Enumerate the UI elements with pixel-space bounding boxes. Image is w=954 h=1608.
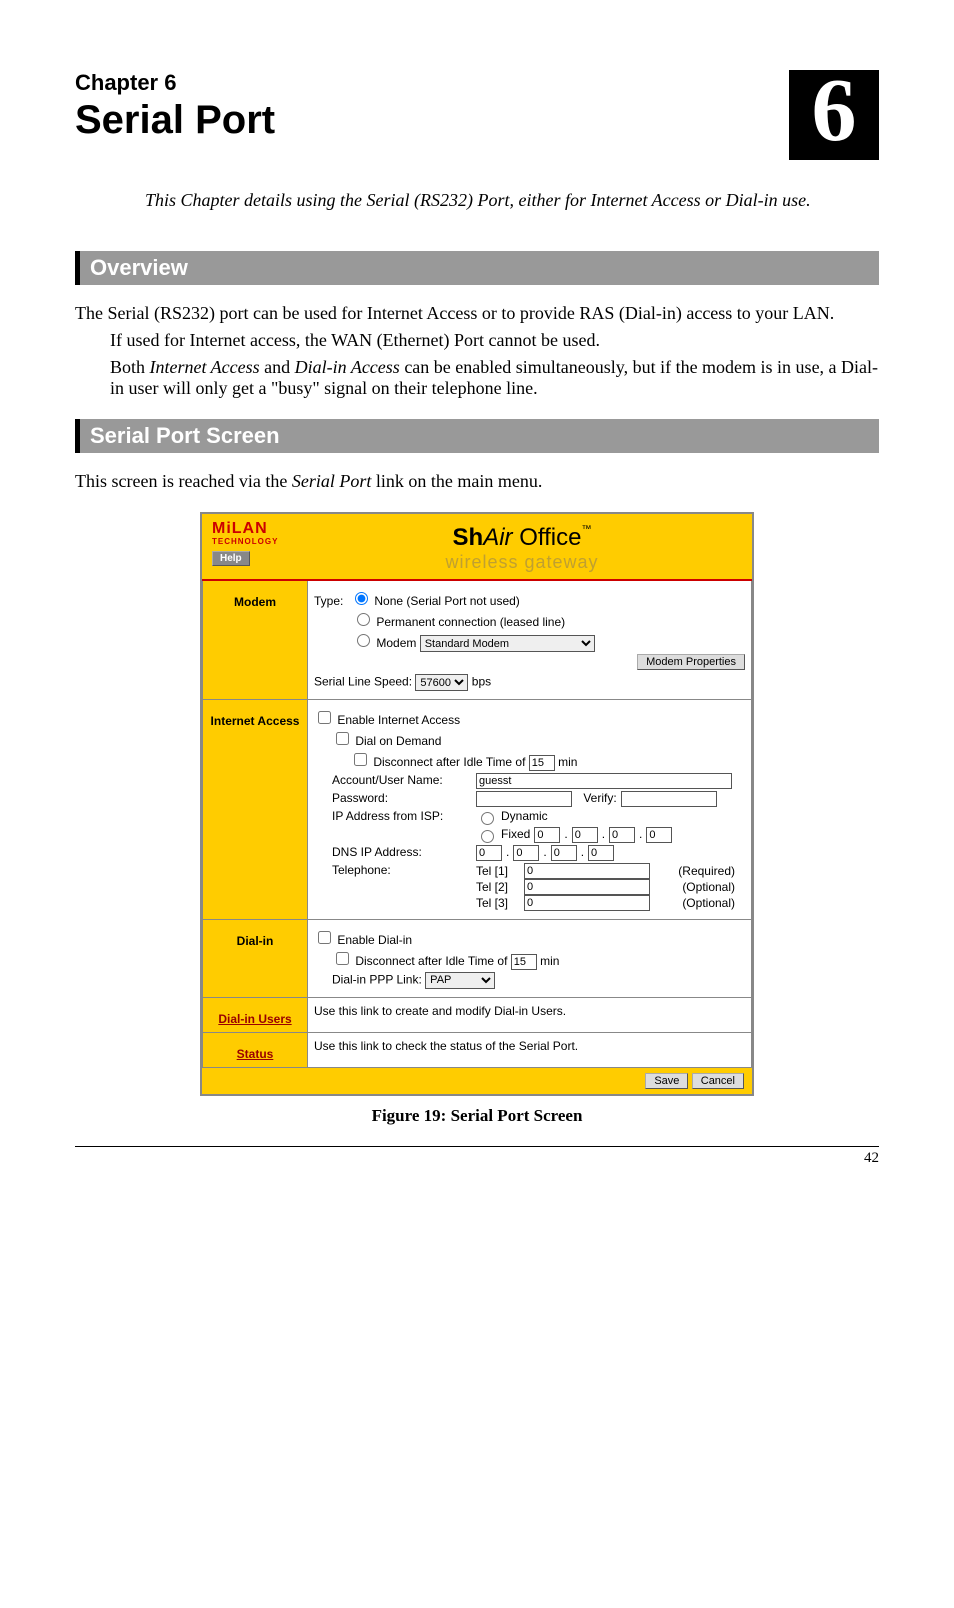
dial-on-demand-checkbox[interactable]: [336, 732, 349, 745]
ppp-select[interactable]: PAP: [425, 972, 495, 989]
dns-ip-1[interactable]: [476, 845, 502, 861]
dialin-users-link[interactable]: Dial-in Users: [218, 1012, 291, 1026]
brand-block: MiLAN TECHNOLOGY Help: [212, 520, 302, 566]
brand-sub: TECHNOLOGY: [212, 538, 302, 547]
internet-idle-input[interactable]: [529, 755, 555, 771]
type-none-label: None (Serial Port not used): [374, 594, 519, 608]
status-row-label: Status: [203, 1032, 308, 1067]
dns-ip-2[interactable]: [513, 845, 539, 861]
modem-row-label: Modem: [203, 580, 308, 700]
serial-speed-select[interactable]: 57600: [415, 674, 468, 691]
tel1-input[interactable]: [524, 863, 650, 879]
type-modem-radio[interactable]: [357, 634, 370, 647]
modem-cell: Type: None (Serial Port not used) Perman…: [308, 580, 752, 700]
page-footer: 42: [75, 1146, 879, 1167]
chapter-label: Chapter 6: [75, 70, 275, 96]
serial-port-screenshot: MiLAN TECHNOLOGY Help ShAir Office™ wire…: [200, 512, 754, 1096]
overview-p1: The Serial (RS232) port can be used for …: [75, 303, 879, 324]
internet-row-label: Internet Access: [203, 700, 308, 920]
bps-label: bps: [472, 675, 491, 689]
account-label: Account/User Name:: [332, 773, 472, 789]
telephone-label: Telephone:: [332, 863, 472, 911]
verify-input[interactable]: [621, 791, 717, 807]
settings-table: Modem Type: None (Serial Port not used) …: [202, 579, 752, 1068]
status-link[interactable]: Status: [237, 1047, 274, 1061]
chapter-title: Serial Port: [75, 98, 275, 143]
password-label: Password:: [332, 791, 472, 807]
type-perm-label: Permanent connection (leased line): [376, 615, 565, 629]
ip-dynamic-radio[interactable]: [481, 812, 494, 825]
fixed-ip-4[interactable]: [646, 827, 672, 843]
dialin-users-text: Use this link to create and modify Dial-…: [308, 997, 752, 1032]
enable-dialin-checkbox[interactable]: [318, 931, 331, 944]
modem-properties-button[interactable]: Modem Properties: [637, 654, 745, 670]
verify-label: Verify:: [583, 791, 616, 807]
ppp-label: Dial-in PPP Link:: [332, 973, 422, 987]
tel2-input[interactable]: [524, 879, 650, 895]
chapter-number-badge: 6: [789, 70, 879, 160]
serial-speed-label: Serial Line Speed:: [314, 675, 412, 689]
brand-name: MiLAN: [212, 520, 302, 538]
ip-fixed-radio[interactable]: [481, 830, 494, 843]
type-none-radio[interactable]: [355, 592, 368, 605]
chapter-header: Chapter 6 Serial Port 6: [75, 70, 879, 160]
screenshot-title-block: ShAir Office™ wireless gateway: [302, 520, 742, 573]
dns-ip-3[interactable]: [551, 845, 577, 861]
save-button[interactable]: Save: [645, 1073, 688, 1089]
figure-caption: Figure 19: Serial Port Screen: [75, 1106, 879, 1126]
help-button[interactable]: Help: [212, 551, 250, 566]
account-input[interactable]: [476, 773, 732, 789]
tel3-input[interactable]: [524, 895, 650, 911]
dns-ip-4[interactable]: [588, 845, 614, 861]
type-label: Type:: [314, 594, 343, 608]
enable-internet-checkbox[interactable]: [318, 711, 331, 724]
serial-screen-heading: Serial Port Screen: [75, 419, 879, 453]
dialin-idle-checkbox[interactable]: [336, 952, 349, 965]
dialin-idle-input[interactable]: [511, 954, 537, 970]
ip-from-isp-label: IP Address from ISP:: [332, 809, 472, 825]
internet-idle-checkbox[interactable]: [354, 753, 367, 766]
dialin-row-label: Dial-in: [203, 920, 308, 998]
serial-screen-lead: This screen is reached via the Serial Po…: [75, 471, 879, 492]
screenshot-header: MiLAN TECHNOLOGY Help ShAir Office™ wire…: [202, 514, 752, 579]
overview-p3: Both Internet Access and Dial-in Access …: [110, 357, 879, 399]
app-title: ShAir Office™: [302, 524, 742, 552]
app-subtitle: wireless gateway: [302, 552, 742, 573]
overview-p2: If used for Internet access, the WAN (Et…: [110, 330, 879, 351]
dialin-cell: Enable Dial-in Disconnect after Idle Tim…: [308, 920, 752, 998]
fixed-ip-1[interactable]: [534, 827, 560, 843]
type-modem-label: Modem: [376, 636, 416, 650]
fixed-ip-2[interactable]: [572, 827, 598, 843]
dialin-users-row-label: Dial-in Users: [203, 997, 308, 1032]
password-input[interactable]: [476, 791, 572, 807]
chapter-intro: This Chapter details using the Serial (R…: [145, 190, 859, 211]
fixed-ip-3[interactable]: [609, 827, 635, 843]
status-text: Use this link to check the status of the…: [308, 1032, 752, 1067]
overview-heading: Overview: [75, 251, 879, 285]
type-perm-radio[interactable]: [357, 613, 370, 626]
page-number: 42: [864, 1150, 879, 1166]
internet-cell: Enable Internet Access Dial on Demand Di…: [308, 700, 752, 920]
cancel-button[interactable]: Cancel: [692, 1073, 744, 1089]
modem-select[interactable]: Standard Modem: [420, 635, 595, 652]
screenshot-footer: Save Cancel: [202, 1068, 752, 1094]
dns-label: DNS IP Address:: [332, 845, 472, 861]
